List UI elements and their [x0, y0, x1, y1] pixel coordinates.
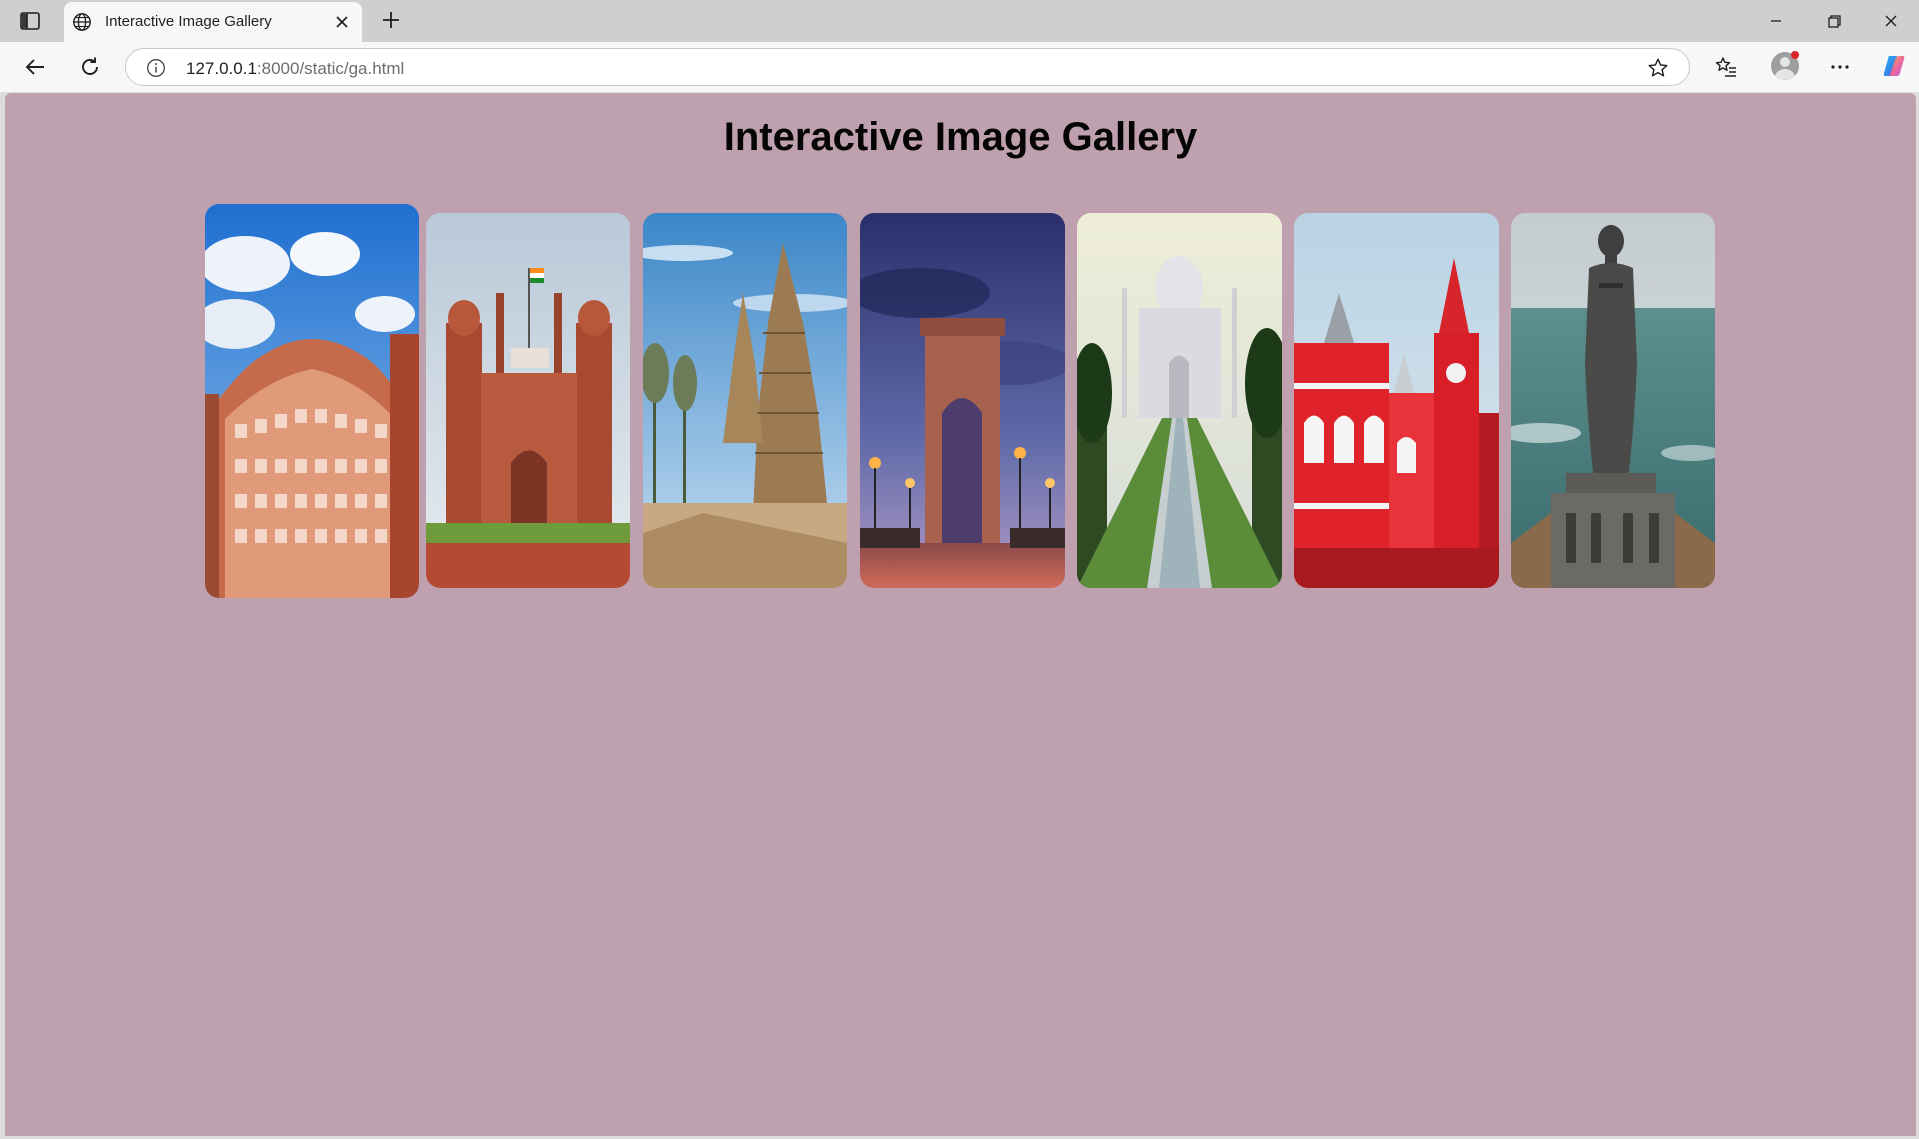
globe-icon: [72, 12, 92, 32]
favorites-list-icon[interactable]: [1711, 52, 1741, 82]
tab-title: Interactive Image Gallery: [105, 13, 272, 30]
minimize-icon[interactable]: [1763, 8, 1789, 34]
browser-toolbar: 127.0.0.1:8000/static/ga.html: [0, 42, 1919, 92]
site-info-icon[interactable]: [146, 58, 166, 78]
avatar-body-shape: [1775, 69, 1795, 80]
more-menu-icon[interactable]: [1825, 52, 1855, 82]
address-bar[interactable]: 127.0.0.1:8000/static/ga.html: [125, 48, 1690, 86]
url-host: 127.0.0.1: [186, 59, 257, 78]
copilot-icon[interactable]: [1879, 51, 1909, 81]
tab-strip: Interactive Image Gallery: [0, 0, 1919, 42]
sidebar-toggle-icon[interactable]: [18, 10, 42, 32]
close-tab-icon[interactable]: [333, 13, 351, 31]
gallery-image-shore-temple[interactable]: [643, 213, 847, 588]
tab-active[interactable]: Interactive Image Gallery: [64, 2, 362, 42]
page-viewport: Interactive Image Gallery: [5, 93, 1916, 1136]
new-tab-icon[interactable]: [380, 9, 402, 31]
gallery-image-chennai-central[interactable]: [1294, 213, 1499, 588]
gallery-image-hawa-mahal[interactable]: [205, 204, 419, 598]
avatar-head-shape: [1780, 57, 1790, 67]
url-text: 127.0.0.1:8000/static/ga.html: [186, 59, 404, 79]
back-icon[interactable]: [20, 52, 50, 82]
gallery-image-red-fort[interactable]: [426, 213, 630, 588]
notification-dot-icon: [1791, 51, 1799, 59]
page-title: Interactive Image Gallery: [723, 115, 1198, 159]
favorite-star-icon[interactable]: [1647, 57, 1669, 79]
gallery-image-thiruvalluvar-statue[interactable]: [1511, 213, 1715, 588]
url-path: :8000/static/ga.html: [256, 59, 405, 78]
gallery-image-taj-mahal[interactable]: [1077, 213, 1282, 588]
gallery-image-india-gate[interactable]: [860, 213, 1065, 588]
reload-icon[interactable]: [75, 52, 105, 82]
restore-icon[interactable]: [1821, 8, 1847, 34]
close-window-icon[interactable]: [1878, 8, 1904, 34]
